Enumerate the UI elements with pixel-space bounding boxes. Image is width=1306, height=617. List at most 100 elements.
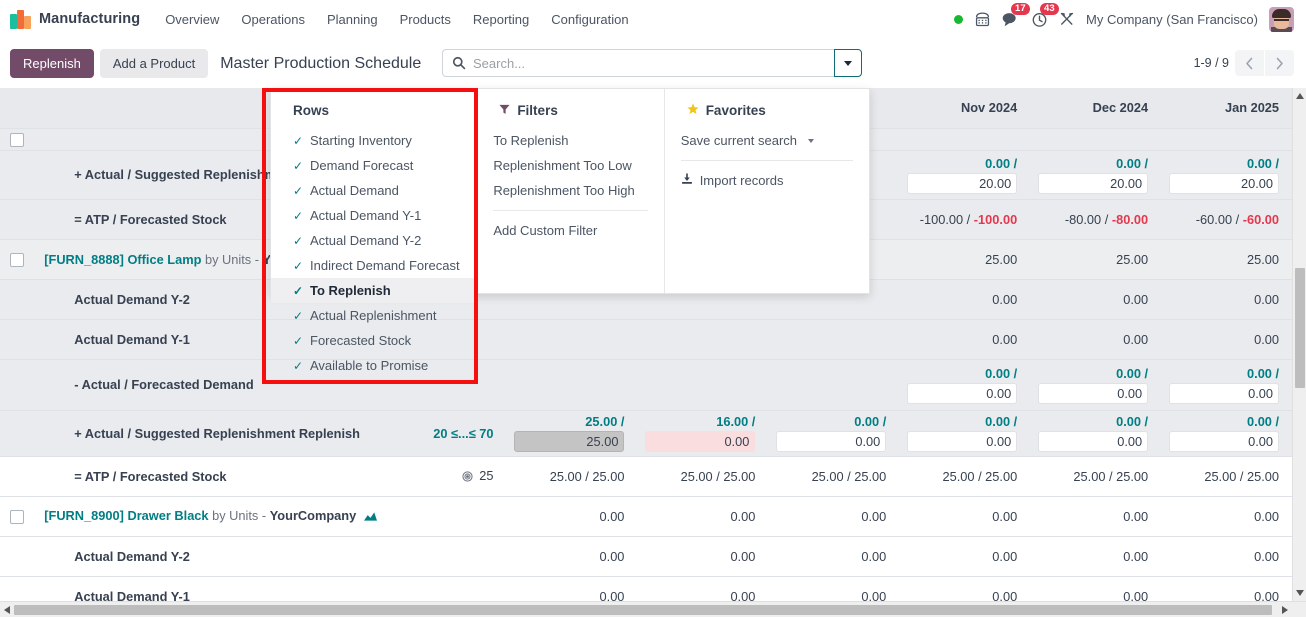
table-row[interactable]: + Actual / Suggested Replenishment Reple… bbox=[0, 410, 1306, 457]
add-product-button[interactable]: Add a Product bbox=[99, 49, 209, 78]
row-value-cell[interactable] bbox=[503, 359, 635, 411]
rows-option-available-to-promise[interactable]: ✓ Available to Promise bbox=[271, 353, 476, 378]
nav-item-reporting[interactable]: Reporting bbox=[462, 3, 540, 36]
user-avatar[interactable] bbox=[1269, 6, 1294, 32]
row-product-cell[interactable]: [FURN_8900] Drawer Black by Units - Your… bbox=[34, 496, 418, 537]
row-value-cell[interactable]: 0.00 / 0.00 bbox=[1158, 410, 1290, 457]
cell-forecast-input[interactable]: 0.00 bbox=[1169, 382, 1280, 404]
row-select-cell bbox=[0, 456, 35, 497]
scroll-up-arrow-icon[interactable] bbox=[1296, 93, 1304, 99]
cell-suggested-input[interactable]: 0.00 bbox=[645, 431, 756, 452]
graph-icon[interactable] bbox=[363, 510, 377, 525]
row-value-cell[interactable]: 0.00 / 0.00 bbox=[1158, 359, 1290, 411]
row-value-cell[interactable]: 0.00 / 0.00 bbox=[1027, 410, 1159, 457]
row-value-cell[interactable]: 0.00 / 0.00 bbox=[1027, 359, 1159, 411]
scroll-right-arrow-icon[interactable] bbox=[1282, 606, 1288, 614]
rows-option-actual-demand-y2[interactable]: ✓ Actual Demand Y-2 bbox=[271, 228, 476, 253]
app-brand[interactable]: Manufacturing bbox=[10, 9, 140, 29]
cell-suggested-input[interactable]: 0.00 bbox=[907, 431, 1018, 452]
search-input[interactable] bbox=[473, 55, 825, 71]
nav-item-products[interactable]: Products bbox=[389, 3, 462, 36]
table-row[interactable]: Actual Demand Y-1 0.00 0.00 0.00 bbox=[0, 319, 1306, 360]
row-value-cell[interactable]: 0.00 / 0.00 bbox=[765, 410, 897, 457]
row-value-cell[interactable]: 0.00 / 0.00 bbox=[896, 359, 1028, 411]
cell-forecast-input[interactable]: 0.00 bbox=[1038, 382, 1149, 404]
row-value-cell: -100.00 / -100.00 bbox=[896, 199, 1028, 240]
rows-option-forecasted-stock[interactable]: ✓ Forecasted Stock bbox=[271, 328, 476, 353]
company-switcher[interactable]: My Company (San Francisco) bbox=[1086, 12, 1258, 27]
vertical-scrollbar[interactable] bbox=[1292, 88, 1306, 601]
filter-to-replenish[interactable]: To Replenish bbox=[477, 128, 663, 153]
product-name[interactable]: Drawer Black bbox=[127, 508, 208, 523]
row-meta-cell bbox=[417, 536, 504, 577]
pager-previous-button[interactable] bbox=[1235, 50, 1264, 76]
row-checkbox[interactable] bbox=[10, 509, 25, 524]
search-dropdown-toggle[interactable] bbox=[834, 49, 862, 77]
filter-replenishment-too-low[interactable]: Replenishment Too Low bbox=[477, 153, 663, 178]
row-value-cell[interactable] bbox=[765, 359, 897, 411]
rows-option-actual-replenishment[interactable]: ✓ Actual Replenishment bbox=[271, 303, 476, 328]
nav-item-configuration[interactable]: Configuration bbox=[540, 3, 639, 36]
rows-option-demand-forecast[interactable]: ✓ Demand Forecast bbox=[271, 153, 476, 178]
row-value-cell[interactable]: 16.00 / 0.00 bbox=[634, 410, 766, 457]
row-select-cell bbox=[0, 359, 35, 411]
row-select-checkbox-cell[interactable] bbox=[0, 496, 35, 537]
row-checkbox[interactable] bbox=[10, 132, 25, 147]
table-row[interactable]: - Actual / Forecasted Demand 0.00 / 0.00 bbox=[0, 359, 1306, 411]
rows-option-indirect-demand-forecast[interactable]: ✓ Indirect Demand Forecast bbox=[271, 253, 476, 278]
table-row[interactable]: [FURN_8900] Drawer Black by Units - Your… bbox=[0, 496, 1306, 537]
cell-suggested-input[interactable]: 25.00 bbox=[514, 431, 625, 452]
add-custom-filter[interactable]: Add Custom Filter bbox=[477, 218, 663, 243]
nav-item-overview[interactable]: Overview bbox=[154, 3, 230, 36]
cell-forecast-input[interactable]: 0.00 bbox=[907, 382, 1018, 404]
product-code[interactable]: [FURN_8900] bbox=[44, 508, 124, 523]
product-code[interactable]: [FURN_8888] bbox=[44, 252, 124, 267]
horizontal-scrollbar[interactable] bbox=[0, 601, 1306, 617]
row-value-cell: 0.00 bbox=[1027, 536, 1159, 577]
pager-next-button[interactable] bbox=[1265, 50, 1294, 76]
rows-option-actual-demand[interactable]: ✓ Actual Demand bbox=[271, 178, 476, 203]
cell-suggested-input[interactable]: 0.00 bbox=[1169, 431, 1280, 452]
header-month-dec-2024: Dec 2024 bbox=[1027, 88, 1159, 129]
product-name[interactable]: Office Lamp bbox=[127, 252, 201, 267]
cell-suggested-input[interactable]: 0.00 bbox=[1038, 431, 1149, 452]
vertical-scroll-thumb[interactable] bbox=[1295, 268, 1305, 388]
save-current-search[interactable]: Save current search bbox=[665, 128, 869, 153]
row-value-cell[interactable]: 0.00 / 20.00 bbox=[1027, 150, 1159, 200]
scroll-left-arrow-icon[interactable] bbox=[4, 606, 10, 614]
row-select-checkbox-cell[interactable] bbox=[0, 239, 35, 280]
cell-suggested-input[interactable]: 20.00 bbox=[1169, 172, 1280, 194]
rows-option-actual-demand-y1[interactable]: ✓ Actual Demand Y-1 bbox=[271, 203, 476, 228]
row-select-cell bbox=[0, 319, 35, 360]
row-select-checkbox-cell[interactable] bbox=[0, 128, 35, 151]
table-row[interactable]: Actual Demand Y-2 0.00 0.00 0.00 0.00 0.… bbox=[0, 536, 1306, 577]
row-value-cell[interactable]: 0.00 / 20.00 bbox=[896, 150, 1028, 200]
developer-tools-icon[interactable] bbox=[1059, 11, 1075, 27]
messages-icon[interactable]: 17 bbox=[1002, 2, 1030, 28]
rows-option-to-replenish[interactable]: ✓ To Replenish bbox=[271, 278, 477, 303]
search-field[interactable] bbox=[442, 49, 834, 77]
activities-clock-icon[interactable]: 43 bbox=[1031, 2, 1059, 28]
cell-suggested-input[interactable]: 0.00 bbox=[776, 431, 887, 452]
row-label: + Actual / Suggested Replenishment Reple… bbox=[74, 425, 360, 441]
rows-option-starting-inventory[interactable]: ✓ Starting Inventory bbox=[271, 128, 476, 153]
replenish-range-label: 20 ≤...≤ 70 bbox=[433, 425, 494, 441]
scroll-down-arrow-icon[interactable] bbox=[1296, 590, 1304, 596]
cell-suggested-input[interactable]: 20.00 bbox=[1038, 172, 1149, 194]
row-value-cell[interactable] bbox=[634, 359, 766, 411]
import-records[interactable]: Import records bbox=[665, 168, 869, 193]
row-value-cell[interactable]: 25.00 / 25.00 bbox=[503, 410, 635, 457]
nav-item-operations[interactable]: Operations bbox=[230, 3, 316, 36]
header-checkbox-col bbox=[0, 88, 35, 129]
nav-item-planning[interactable]: Planning bbox=[316, 3, 389, 36]
cell-suggested-input[interactable]: 20.00 bbox=[907, 172, 1018, 194]
row-checkbox[interactable] bbox=[10, 252, 25, 267]
voip-phone-icon[interactable] bbox=[974, 11, 991, 28]
replenish-button[interactable]: Replenish bbox=[10, 49, 94, 78]
horizontal-scroll-thumb[interactable] bbox=[14, 605, 1272, 615]
filter-replenishment-too-high[interactable]: Replenishment Too High bbox=[477, 178, 663, 203]
row-value-cell[interactable]: 0.00 / 0.00 bbox=[896, 410, 1028, 457]
row-value-cell bbox=[1027, 128, 1159, 151]
table-row[interactable]: = ATP / Forecasted Stock 25 25.00 / 25.0… bbox=[0, 456, 1306, 497]
row-value-cell[interactable]: 0.00 / 20.00 bbox=[1158, 150, 1290, 200]
